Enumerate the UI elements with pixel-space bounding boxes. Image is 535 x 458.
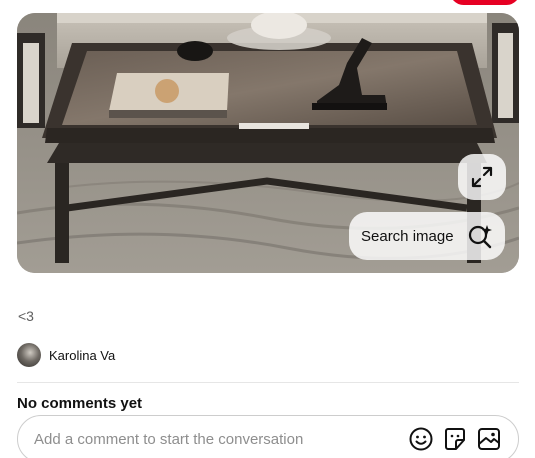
save-button[interactable] (450, 0, 520, 5)
pin-description: <3 (18, 308, 34, 324)
image-icon[interactable] (476, 426, 502, 452)
divider (17, 382, 519, 383)
search-image-label: Search image (361, 227, 454, 245)
sparkle-search-icon (467, 223, 493, 249)
expand-arrows-icon (470, 165, 494, 189)
sticker-icon[interactable] (442, 426, 468, 452)
pin-image[interactable]: Search image (17, 13, 519, 273)
author[interactable]: Karolina Va (17, 343, 115, 367)
comment-input[interactable] (34, 430, 408, 448)
avatar[interactable] (17, 343, 41, 367)
comment-actions (408, 426, 502, 452)
pin-closeup-page: Search image <3 Karolina Va No comments … (0, 0, 535, 458)
comment-box[interactable] (17, 415, 519, 458)
emoji-icon[interactable] (408, 426, 434, 452)
author-name[interactable]: Karolina Va (49, 348, 115, 363)
search-image-button[interactable]: Search image (349, 212, 505, 260)
expand-button[interactable] (458, 154, 506, 200)
comments-heading: No comments yet (17, 395, 143, 412)
